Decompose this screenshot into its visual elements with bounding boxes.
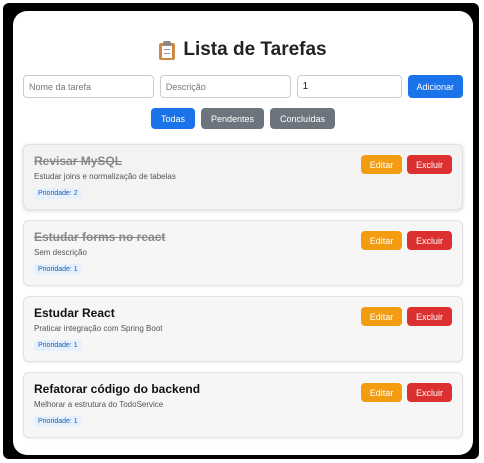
delete-button[interactable]: Excluir (407, 155, 452, 174)
task-item[interactable]: Refatorar código do backend Melhorar a e… (23, 372, 463, 438)
task-item[interactable]: Estudar forms no react Sem descrição Pri… (23, 220, 463, 286)
filter-bar: Todas Pendentes Concluídas (23, 108, 463, 129)
task-actions: Editar Excluir (361, 307, 452, 326)
priority-badge: Prioridade: 1 (34, 264, 82, 275)
add-task-form: Adicionar (23, 75, 463, 98)
page-title: Lista de Tarefas (23, 39, 463, 61)
priority-badge: Prioridade: 2 (34, 188, 82, 199)
edit-button[interactable]: Editar (361, 231, 402, 250)
priority-badge: Prioridade: 1 (34, 416, 82, 427)
edit-button[interactable]: Editar (361, 383, 402, 402)
edit-button[interactable]: Editar (361, 155, 402, 174)
task-item[interactable]: Estudar React Praticar integração com Sp… (23, 296, 463, 362)
clipboard-icon (159, 40, 176, 60)
task-item[interactable]: Revisar MySQL Estudar joins e normalizaç… (23, 144, 463, 210)
todo-card: Lista de Tarefas Adicionar Todas Pendent… (13, 11, 473, 455)
filter-completed-button[interactable]: Concluídas (270, 108, 336, 129)
delete-button[interactable]: Excluir (407, 231, 452, 250)
task-actions: Editar Excluir (361, 155, 452, 174)
task-list: Revisar MySQL Estudar joins e normalizaç… (23, 144, 463, 438)
task-name-input[interactable] (23, 75, 154, 98)
task-actions: Editar Excluir (361, 231, 452, 250)
add-task-button[interactable]: Adicionar (407, 75, 463, 98)
filter-pending-button[interactable]: Pendentes (200, 108, 265, 129)
edit-button[interactable]: Editar (361, 307, 402, 326)
delete-button[interactable]: Excluir (407, 307, 452, 326)
task-priority-input[interactable] (296, 75, 402, 98)
task-description-input[interactable] (159, 75, 291, 98)
task-actions: Editar Excluir (361, 383, 452, 402)
window-frame: Lista de Tarefas Adicionar Todas Pendent… (3, 3, 479, 459)
priority-badge: Prioridade: 1 (34, 340, 82, 351)
page-title-text: Lista de Tarefas (183, 39, 327, 60)
filter-all-button[interactable]: Todas (150, 108, 195, 129)
delete-button[interactable]: Excluir (407, 383, 452, 402)
